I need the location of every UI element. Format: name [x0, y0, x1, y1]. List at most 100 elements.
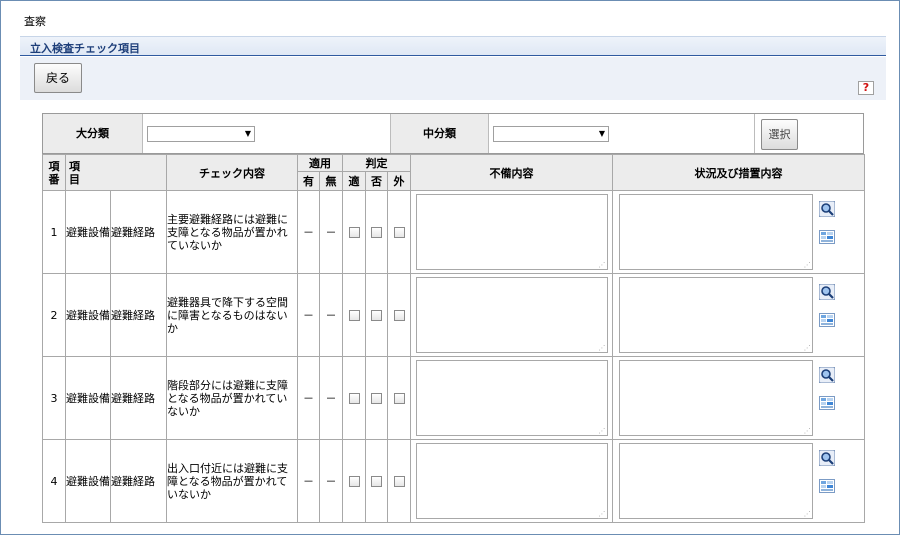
deficiency-cell: ⋰	[410, 273, 614, 357]
header-check-content: チェック内容	[166, 154, 298, 191]
help-icon[interactable]: ?	[858, 81, 874, 95]
header-deficiency: 不備内容	[410, 154, 614, 191]
row-applicable-yes: －	[297, 439, 320, 523]
deficiency-textarea[interactable]: ⋰	[415, 443, 608, 519]
judge-out-cell	[386, 190, 412, 274]
row-number: 3	[42, 356, 66, 440]
header-item: 項目	[65, 154, 167, 191]
judge-ng-checkbox[interactable]	[371, 227, 382, 238]
row-check-content: 主要避難経路には避難に支障となる物品が置かれていないか	[166, 190, 298, 274]
toolbar: 戻る ?	[20, 57, 886, 100]
status-action-cell: ⋰	[612, 190, 819, 274]
row-subcategory: 避難経路	[110, 439, 167, 523]
judge-ok-cell	[342, 356, 366, 440]
resize-grip-icon[interactable]: ⋰	[804, 427, 811, 435]
judge-out-checkbox[interactable]	[393, 227, 405, 238]
magnifier-icon[interactable]	[818, 284, 835, 300]
judge-ok-cell	[342, 190, 366, 274]
page-heading: 査察	[24, 15, 46, 28]
status-action-cell: ⋰	[612, 439, 819, 523]
row-applicable-no: －	[319, 273, 343, 357]
judge-out-checkbox[interactable]	[393, 310, 405, 321]
middle-category-cell: ▼	[489, 114, 755, 153]
major-category-cell: ▼	[143, 114, 391, 153]
filter-bar: 大分類 ▼ 中分類 ▼ 選択	[42, 113, 864, 154]
middle-category-label: 中分類	[391, 114, 489, 153]
row-check-content: 出入口付近には避難に支障となる物品が置かれていないか	[166, 439, 298, 523]
sheet-icon[interactable]	[818, 478, 835, 494]
judge-ok-checkbox[interactable]	[348, 227, 360, 238]
row-applicable-yes: －	[297, 190, 320, 274]
magnifier-icon[interactable]	[818, 367, 835, 383]
major-category-select[interactable]: ▼	[147, 126, 255, 142]
judge-out-checkbox[interactable]	[393, 393, 405, 404]
header-judge-ng: 否	[365, 171, 388, 191]
judge-ng-cell	[365, 356, 388, 440]
header-judge-out: 外	[386, 171, 412, 191]
header-number: 項番	[42, 154, 66, 191]
resize-grip-icon[interactable]: ⋰	[599, 261, 606, 269]
resize-grip-icon[interactable]: ⋰	[804, 261, 811, 269]
judge-ng-checkbox[interactable]	[371, 476, 382, 487]
row-applicable-yes: －	[297, 356, 320, 440]
header-applicable-yes: 有	[297, 171, 320, 191]
row-category: 避難設備	[65, 356, 111, 440]
deficiency-textarea[interactable]: ⋰	[415, 194, 608, 270]
header-judgement: 判定	[341, 154, 412, 172]
sheet-icon[interactable]	[818, 229, 835, 245]
sheet-icon[interactable]	[818, 395, 835, 411]
status-action-textarea[interactable]: ⋰	[618, 360, 813, 436]
deficiency-textarea[interactable]: ⋰	[415, 277, 608, 353]
row-icons-cell	[818, 356, 866, 440]
middle-category-select[interactable]: ▼	[493, 126, 609, 142]
resize-grip-icon[interactable]: ⋰	[599, 344, 606, 352]
check-grid: 大分類 ▼ 中分類 ▼ 選択 項番 項目 チェック内容 適用 判定 不備内容 状…	[42, 113, 866, 523]
judge-ok-checkbox[interactable]	[348, 476, 360, 487]
row-category: 避難設備	[65, 273, 111, 357]
status-action-textarea[interactable]: ⋰	[618, 194, 813, 270]
header-judge-ok: 適	[342, 171, 366, 191]
row-subcategory: 避難経路	[110, 190, 167, 274]
major-category-label: 大分類	[43, 114, 143, 153]
status-action-textarea[interactable]: ⋰	[618, 277, 813, 353]
back-button[interactable]: 戻る	[34, 63, 82, 93]
judge-ng-checkbox[interactable]	[371, 310, 382, 321]
magnifier-icon[interactable]	[818, 450, 835, 466]
status-action-textarea[interactable]: ⋰	[618, 443, 813, 519]
judge-out-cell	[386, 273, 412, 357]
status-action-cell: ⋰	[612, 356, 819, 440]
deficiency-textarea[interactable]: ⋰	[415, 360, 608, 436]
resize-grip-icon[interactable]: ⋰	[599, 427, 606, 435]
judge-ok-checkbox[interactable]	[348, 310, 360, 321]
magnifier-icon[interactable]	[818, 201, 835, 217]
resize-grip-icon[interactable]: ⋰	[804, 510, 811, 518]
row-applicable-no: －	[319, 439, 343, 523]
judge-ng-checkbox[interactable]	[371, 393, 382, 404]
judge-ok-checkbox[interactable]	[348, 393, 360, 404]
deficiency-cell: ⋰	[410, 190, 614, 274]
sheet-icon[interactable]	[818, 312, 835, 328]
row-subcategory: 避難経路	[110, 356, 167, 440]
judge-out-checkbox[interactable]	[393, 476, 405, 487]
table-row: 4 避難設備 避難経路 出入口付近には避難に支障となる物品が置かれていないか －…	[42, 439, 866, 523]
row-applicable-no: －	[319, 190, 343, 274]
section-bar: 立入検査チェック項目	[20, 36, 886, 56]
check-table: 項番 項目 チェック内容 適用 判定 不備内容 状況及び措置内容 有 無 適 否…	[42, 154, 866, 523]
status-action-cell: ⋰	[612, 273, 819, 357]
resize-grip-icon[interactable]: ⋰	[599, 510, 606, 518]
row-icons-cell	[818, 273, 866, 357]
row-check-content: 避難器具で降下する空間に障害となるものはないか	[166, 273, 298, 357]
table-row: 2 避難設備 避難経路 避難器具で降下する空間に障害となるものはないか － － …	[42, 273, 866, 357]
row-icons-cell	[818, 439, 866, 523]
row-category: 避難設備	[65, 190, 111, 274]
row-number: 2	[42, 273, 66, 357]
judge-ng-cell	[365, 190, 388, 274]
judge-ok-cell	[342, 273, 366, 357]
table-row: 1 避難設備 避難経路 主要避難経路には避難に支障となる物品が置かれていないか …	[42, 190, 866, 274]
select-button[interactable]: 選択	[761, 119, 798, 150]
judge-ng-cell	[365, 273, 388, 357]
judge-ng-cell	[365, 439, 388, 523]
row-number: 1	[42, 190, 66, 274]
resize-grip-icon[interactable]: ⋰	[804, 344, 811, 352]
header-applicable-no: 無	[319, 171, 343, 191]
